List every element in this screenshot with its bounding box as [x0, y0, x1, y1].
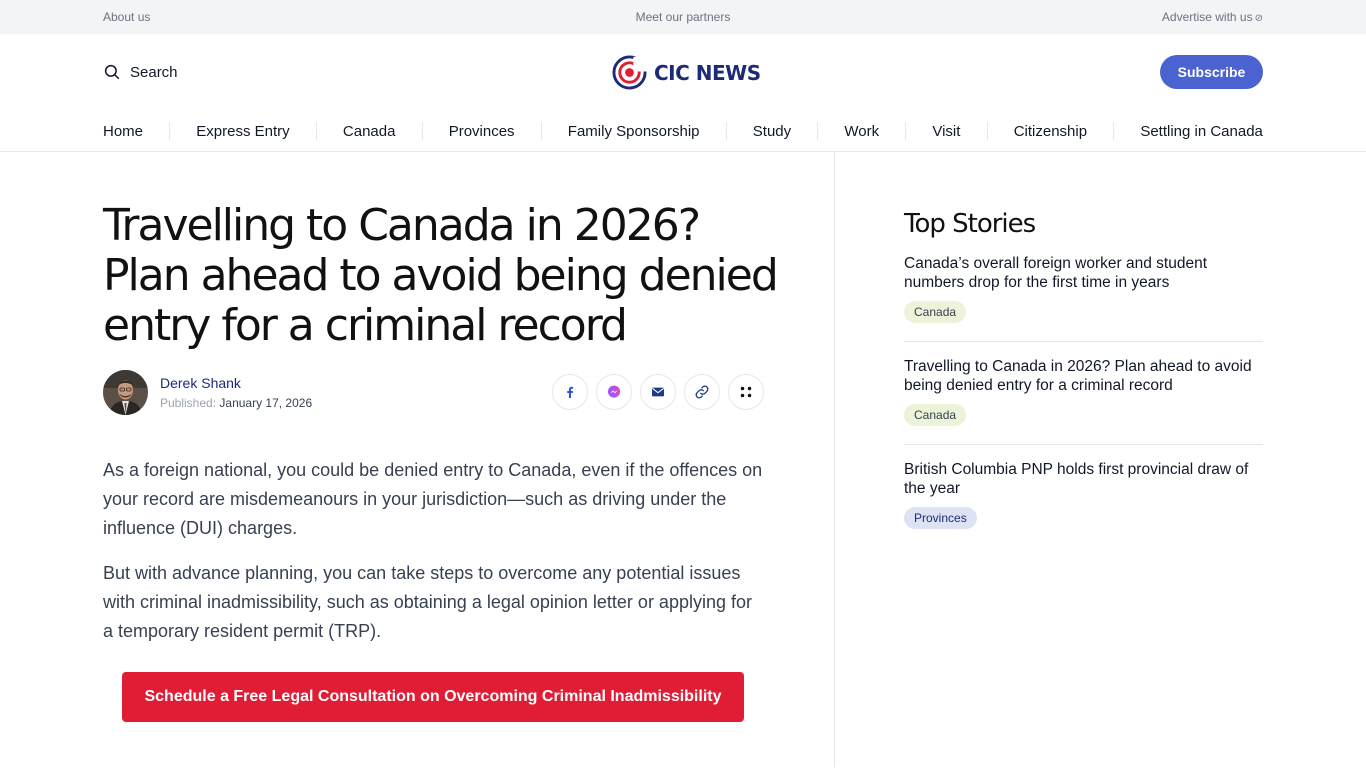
nav-item-family-sponsorship[interactable]: Family Sponsorship — [568, 123, 700, 140]
nav-divider — [817, 122, 819, 140]
share-email-button[interactable] — [640, 374, 676, 410]
search-button[interactable]: Search — [103, 63, 178, 81]
top-story-item: Travelling to Canada in 2026? Plan ahead… — [904, 342, 1263, 445]
mail-icon — [652, 387, 664, 397]
main-content: Travelling to Canada in 2026? Plan ahead… — [0, 152, 1366, 767]
nav-item-work[interactable]: Work — [844, 123, 879, 140]
nav-divider — [169, 122, 171, 140]
author-avatar[interactable] — [103, 370, 148, 415]
author-meta: Derek Shank Published: January 17, 2026 — [160, 375, 312, 410]
top-story-title[interactable]: Canada’s overall foreign worker and stud… — [904, 254, 1263, 292]
published-label: Published: — [160, 396, 217, 410]
advertise-label: Advertise with us — [1161, 10, 1253, 24]
nav-divider — [986, 122, 988, 140]
more-icon — [740, 386, 752, 398]
share-messenger-button[interactable] — [596, 374, 632, 410]
top-story-title[interactable]: British Columbia PNP holds first provinc… — [904, 460, 1263, 498]
advertise-link[interactable]: Advertise with us ⊘ — [1162, 10, 1263, 24]
more-share-options-button[interactable] — [728, 374, 764, 410]
top-story-title[interactable]: Travelling to Canada in 2026? Plan ahead… — [904, 357, 1263, 395]
messenger-icon — [608, 385, 620, 398]
link-icon — [695, 385, 709, 399]
nav-item-settling-in-canada[interactable]: Settling in Canada — [1140, 123, 1263, 140]
site-logo[interactable]: CIC NEWS — [612, 55, 761, 90]
search-label: Search — [130, 63, 178, 81]
nav-divider — [1113, 122, 1115, 140]
external-link-icon: ⊘ — [1254, 13, 1263, 24]
nav-item-visit[interactable]: Visit — [932, 123, 960, 140]
nav-item-canada[interactable]: Canada — [343, 123, 396, 140]
top-story-item: Canada’s overall foreign worker and stud… — [904, 239, 1263, 342]
share-buttons — [552, 374, 764, 410]
author-block: Derek Shank Published: January 17, 2026 — [103, 370, 312, 415]
article-title: Travelling to Canada in 2026? Plan ahead… — [103, 200, 779, 351]
top-stories-heading: Top Stories — [904, 209, 1036, 239]
facebook-icon — [567, 386, 574, 398]
article-body: As a foreign national, you could be deni… — [103, 456, 763, 646]
published-date: Published: January 17, 2026 — [160, 396, 312, 410]
nav-divider — [905, 122, 907, 140]
search-icon — [104, 64, 120, 80]
author-name[interactable]: Derek Shank — [160, 375, 312, 391]
column-divider — [834, 152, 835, 767]
nav-divider — [421, 122, 423, 140]
cic-logo-mark-icon — [612, 55, 647, 90]
category-tag[interactable]: Canada — [904, 404, 967, 426]
logo-text: CIC NEWS — [654, 60, 761, 85]
nav-item-express-entry[interactable]: Express Entry — [196, 123, 289, 140]
top-utility-bar: About us Meet our partners Advertise wit… — [0, 0, 1366, 34]
legal-consultation-cta-button[interactable]: Schedule a Free Legal Consultation on Ov… — [122, 672, 744, 722]
top-stories-sidebar: Top Stories Canada’s overall foreign wor… — [904, 209, 1263, 547]
category-tag[interactable]: Canada — [904, 301, 967, 323]
nav-item-home[interactable]: Home — [103, 123, 143, 140]
nav-item-study[interactable]: Study — [753, 123, 791, 140]
published-date-value: January 17, 2026 — [219, 396, 313, 410]
subscribe-button[interactable]: Subscribe — [1160, 55, 1263, 89]
site-header: Search CIC NEWS Subscribe — [0, 34, 1366, 111]
nav-item-provinces[interactable]: Provinces — [449, 123, 515, 140]
nav-divider — [725, 122, 727, 140]
article-paragraph: But with advance planning, you can take … — [103, 563, 752, 641]
nav-divider — [540, 122, 542, 140]
category-tag[interactable]: Provinces — [904, 507, 977, 529]
article-paragraph: As a foreign national, you could be deni… — [103, 460, 763, 538]
copy-link-button[interactable] — [684, 374, 720, 410]
nav-item-citizenship[interactable]: Citizenship — [1014, 123, 1087, 140]
top-story-item: British Columbia PNP holds first provinc… — [904, 445, 1263, 547]
share-facebook-button[interactable] — [552, 374, 588, 410]
main-navigation: Home Express Entry Canada Provinces Fami… — [0, 111, 1366, 152]
nav-divider — [315, 122, 317, 140]
